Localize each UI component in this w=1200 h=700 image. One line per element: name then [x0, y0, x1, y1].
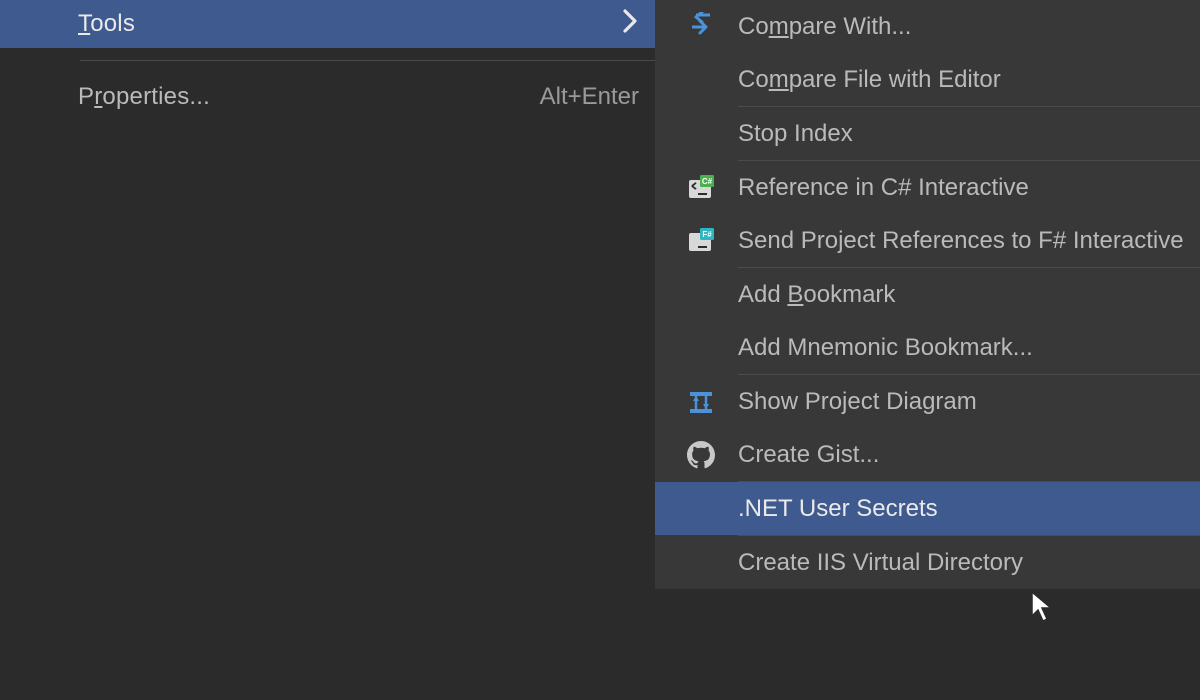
submenu-item-label: Stop Index: [738, 120, 1200, 148]
menu-item-properties[interactable]: Properties... Alt+Enter: [0, 73, 655, 121]
submenu-item-label: Add Bookmark: [738, 281, 1200, 309]
menu-item-label: Properties...: [78, 83, 540, 111]
submenu-item-send-fsharp[interactable]: F# Send Project References to F# Interac…: [655, 214, 1200, 267]
submenu-item-label: Add Mnemonic Bookmark...: [738, 334, 1200, 362]
submenu-item-create-gist[interactable]: Create Gist...: [655, 428, 1200, 481]
svg-text:C#: C#: [701, 177, 712, 186]
menu-item-label: Tools: [78, 10, 621, 38]
icon-slot: [18, 73, 78, 121]
cursor-icon: [1030, 590, 1056, 631]
submenu-item-show-diagram[interactable]: Show Project Diagram: [655, 375, 1200, 428]
csharp-icon: C#: [663, 161, 738, 214]
compare-icon: [663, 0, 738, 53]
submenu-item-create-iis[interactable]: Create IIS Virtual Directory: [655, 536, 1200, 589]
icon-slot: [663, 268, 738, 321]
submenu-item-label: .NET User Secrets: [738, 495, 1200, 523]
submenu-item-compare-file-editor[interactable]: Compare File with Editor: [655, 53, 1200, 106]
icon-slot: [18, 0, 78, 48]
icon-slot: [663, 482, 738, 535]
menu-item-tools[interactable]: Tools: [0, 0, 655, 48]
svg-text:F#: F#: [702, 230, 712, 239]
submenu-item-label: Create IIS Virtual Directory: [738, 549, 1200, 577]
icon-slot: [663, 321, 738, 374]
submenu-item-label: Show Project Diagram: [738, 388, 1200, 416]
submenu-item-add-mnemonic[interactable]: Add Mnemonic Bookmark...: [655, 321, 1200, 374]
submenu-item-label: Send Project References to F# Interactiv…: [738, 227, 1200, 255]
submenu-item-net-user-secrets[interactable]: .NET User Secrets: [655, 482, 1200, 535]
diagram-icon: [663, 375, 738, 428]
submenu-item-label: Create Gist...: [738, 441, 1200, 469]
submenu-item-label: Compare File with Editor: [738, 66, 1200, 94]
github-icon: [663, 428, 738, 481]
icon-slot: [663, 536, 738, 589]
tools-submenu: Compare With... Compare File with Editor…: [655, 0, 1200, 589]
menu-separator: [80, 60, 655, 61]
submenu-item-stop-index[interactable]: Stop Index: [655, 107, 1200, 160]
chevron-right-icon: [621, 7, 639, 42]
submenu-item-compare-with[interactable]: Compare With...: [655, 0, 1200, 53]
icon-slot: [663, 107, 738, 160]
submenu-item-add-bookmark[interactable]: Add Bookmark: [655, 268, 1200, 321]
icon-slot: [663, 53, 738, 106]
context-menu: Tools Properties... Alt+Enter: [0, 0, 655, 121]
fsharp-icon: F#: [663, 214, 738, 267]
submenu-item-label: Reference in C# Interactive: [738, 174, 1200, 202]
menu-item-shortcut: Alt+Enter: [540, 83, 639, 111]
submenu-item-ref-csharp[interactable]: C# Reference in C# Interactive: [655, 161, 1200, 214]
submenu-item-label: Compare With...: [738, 13, 1200, 41]
